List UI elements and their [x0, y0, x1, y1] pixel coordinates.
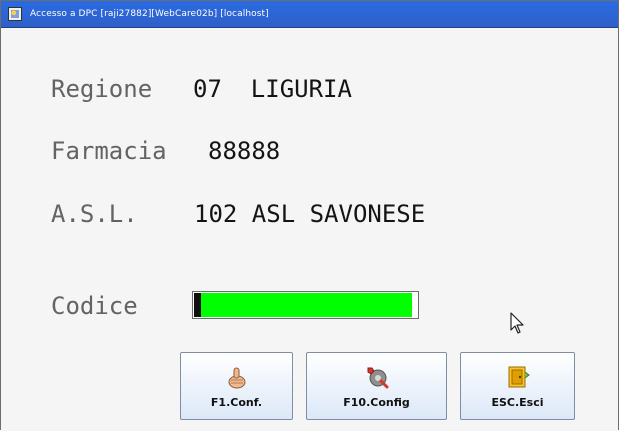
- codice-label: Codice: [51, 292, 138, 320]
- title-bar[interactable]: Accesso a DPC [raji27882][WebCare02b] [l…: [1, 1, 618, 28]
- farmacia-label: Farmacia: [51, 137, 167, 165]
- codice-progress-bar: [192, 291, 419, 319]
- wrench-icon: [367, 367, 388, 388]
- progress-fill: [201, 293, 413, 317]
- config-button[interactable]: F10.Config: [306, 352, 447, 420]
- asl-value: 102 ASL SAVONESE: [194, 200, 426, 228]
- window-title: Accesso a DPC [raji27882][WebCare02b] [l…: [30, 9, 269, 19]
- thumbs-up-icon: [228, 367, 245, 388]
- asl-label: A.S.L.: [51, 200, 138, 228]
- config-button-label: F10.Config: [343, 395, 410, 409]
- application-window: Accesso a DPC [raji27882][WebCare02b] [l…: [0, 0, 619, 431]
- regione-label: Regione: [51, 75, 153, 103]
- regione-value: 07 LIGURIA: [193, 75, 352, 103]
- conf-button[interactable]: F1.Conf.: [180, 352, 293, 420]
- exit-door-icon: [508, 366, 530, 387]
- mouse-pointer-icon: [510, 312, 524, 334]
- app-icon: [8, 7, 22, 21]
- main-panel: Regione 07 LIGURIA Farmacia 88888 A.S.L.…: [1, 28, 618, 431]
- conf-button-label: F1.Conf.: [210, 395, 263, 409]
- exit-button-label: ESC.Esci: [491, 395, 544, 409]
- farmacia-value: 88888: [208, 137, 281, 165]
- exit-button[interactable]: ESC.Esci: [460, 352, 575, 420]
